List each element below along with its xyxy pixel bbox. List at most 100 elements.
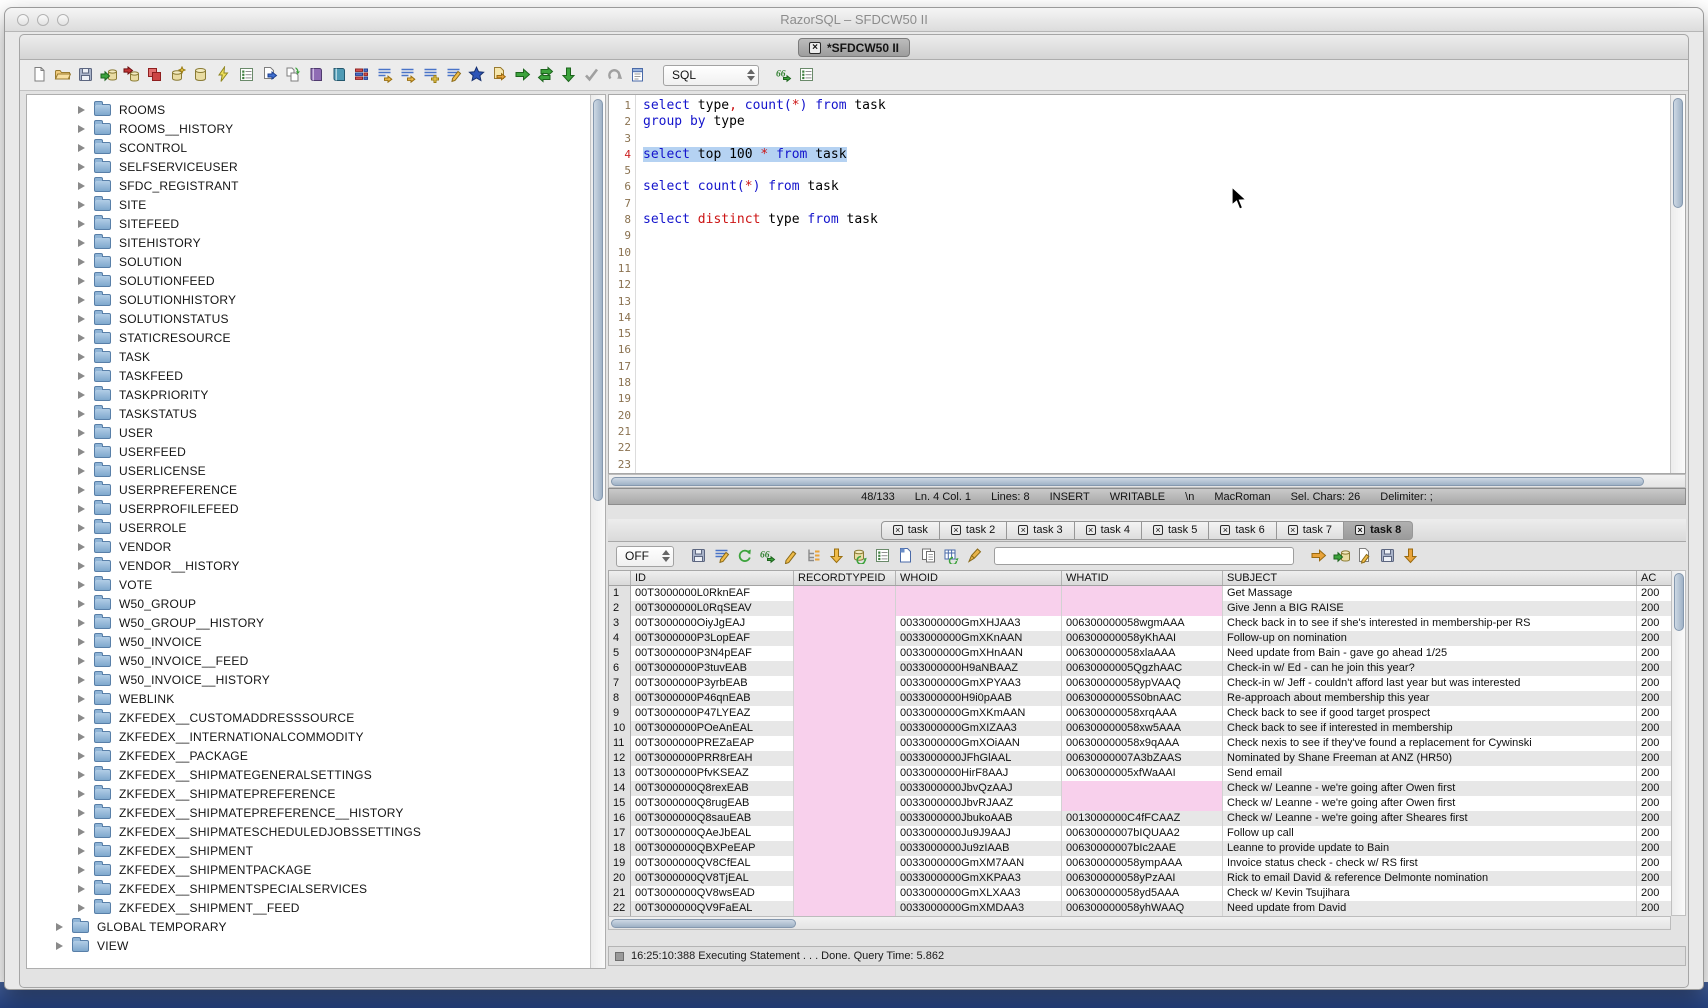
cell-ac[interactable]: 200 bbox=[1637, 601, 1671, 616]
sync-db-button[interactable] bbox=[848, 544, 871, 567]
cell-whatid[interactable]: 00630000007A3bZAAS bbox=[1062, 751, 1223, 766]
tree-item-solution[interactable]: SOLUTION bbox=[27, 252, 605, 271]
cell-whatid[interactable]: 006300000058wgmAAA bbox=[1062, 616, 1223, 631]
disclosure-triangle-icon[interactable] bbox=[78, 543, 85, 551]
cell-whatid[interactable]: 006300000058ympAAA bbox=[1062, 856, 1223, 871]
cell-id[interactable]: 00T3000000P3LopEAF bbox=[631, 631, 794, 646]
cell-recordtypeid[interactable] bbox=[794, 661, 896, 676]
disclosure-triangle-icon[interactable] bbox=[78, 163, 85, 171]
cell-whoid[interactable]: 0033000000GmXHnAAN bbox=[896, 646, 1062, 661]
cell-whoid[interactable]: 0033000000GmXPYAA3 bbox=[896, 676, 1062, 691]
results-list-button[interactable] bbox=[795, 63, 818, 86]
cell-num[interactable]: 1 bbox=[609, 586, 631, 601]
cell-subject[interactable]: Check back to see if good target prospec… bbox=[1223, 706, 1637, 721]
cell-recordtypeid[interactable] bbox=[794, 601, 896, 616]
tree-item-taskpriority[interactable]: TASKPRIORITY bbox=[27, 385, 605, 404]
cell-recordtypeid[interactable] bbox=[794, 781, 896, 796]
cell-num[interactable]: 11 bbox=[609, 736, 631, 751]
grid-hscrollbar-thumb[interactable] bbox=[611, 919, 796, 928]
disclosure-triangle-icon[interactable] bbox=[78, 809, 85, 817]
cell-whoid[interactable]: 0033000000Ju9J9AAJ bbox=[896, 826, 1062, 841]
cell-whoid[interactable]: 0033000000GmXMDAA3 bbox=[896, 901, 1062, 916]
cell-ac[interactable]: 200 bbox=[1637, 811, 1671, 826]
table-row[interactable]: 1300T3000000PfvKSEAZ0033000000HirF8AAJ00… bbox=[609, 766, 1671, 781]
cell-whoid[interactable]: 0033000000H9aNBAAZ bbox=[896, 661, 1062, 676]
tree-item-sitehistory[interactable]: SITEHISTORY bbox=[27, 233, 605, 252]
cell-whatid[interactable]: 00630000005xfWaAAI bbox=[1062, 766, 1223, 781]
code-line[interactable] bbox=[643, 457, 1670, 473]
disclosure-triangle-icon[interactable] bbox=[78, 657, 85, 665]
code-line[interactable] bbox=[643, 326, 1670, 342]
cell-whoid[interactable] bbox=[896, 586, 1062, 601]
code-line[interactable]: group by type bbox=[643, 114, 1670, 130]
grid-hscrollbar[interactable] bbox=[608, 916, 1671, 930]
tree-item-userrole[interactable]: USERROLE bbox=[27, 518, 605, 537]
cell-whatid[interactable]: 006300000058yhWAAQ bbox=[1062, 901, 1223, 916]
tree-item-user[interactable]: USER bbox=[27, 423, 605, 442]
cell-num[interactable]: 12 bbox=[609, 751, 631, 766]
cell-subject[interactable]: Give Jenn a BIG RAISE bbox=[1223, 601, 1637, 616]
cell-num[interactable]: 10 bbox=[609, 721, 631, 736]
cell-whatid[interactable]: 0013000000C4fFCAAZ bbox=[1062, 811, 1223, 826]
editor-hscrollbar-thumb[interactable] bbox=[611, 477, 1644, 486]
editor-scrollbar[interactable] bbox=[1670, 95, 1685, 473]
cell-num[interactable]: 8 bbox=[609, 691, 631, 706]
cell-whatid[interactable]: 006300000058yPzAAI bbox=[1062, 871, 1223, 886]
cell-subject[interactable]: Check nexis to see if they've found a re… bbox=[1223, 736, 1637, 751]
tree-item-w50_invoice__feed[interactable]: W50_INVOICE__FEED bbox=[27, 651, 605, 670]
tree-item-w50_group[interactable]: W50_GROUP bbox=[27, 594, 605, 613]
table-row[interactable]: 400T3000000P3LopEAF0033000000GmXKnAAN006… bbox=[609, 631, 1671, 646]
cell-num[interactable]: 3 bbox=[609, 616, 631, 631]
close-tab-icon[interactable]: × bbox=[1153, 525, 1163, 535]
cell-recordtypeid[interactable] bbox=[794, 691, 896, 706]
download-button[interactable] bbox=[1399, 544, 1422, 567]
cell-recordtypeid[interactable] bbox=[794, 706, 896, 721]
column-header-whoid[interactable]: WHOID bbox=[896, 571, 1062, 585]
tree-scrollbar-thumb[interactable] bbox=[593, 99, 603, 501]
find-next-button[interactable] bbox=[1307, 544, 1330, 567]
cell-ac[interactable]: 200 bbox=[1637, 676, 1671, 691]
sql-editor[interactable]: 1234567891011121314151617181920212223 se… bbox=[608, 94, 1686, 474]
table-row[interactable]: 100T3000000L0RknEAFGet Massage200 bbox=[609, 586, 1671, 601]
column-header-id[interactable]: ID bbox=[631, 571, 794, 585]
editor-scrollbar-thumb[interactable] bbox=[1673, 98, 1683, 208]
cell-subject[interactable]: Nominated by Shane Freeman at ANZ (HR50) bbox=[1223, 751, 1637, 766]
result-tab-task-6[interactable]: ×task 6 bbox=[1209, 521, 1276, 540]
filter-button[interactable] bbox=[710, 544, 733, 567]
cell-recordtypeid[interactable] bbox=[794, 736, 896, 751]
table-row[interactable]: 800T3000000P46qnEAB0033000000H9i0pAAB006… bbox=[609, 691, 1671, 706]
document-tab[interactable]: × *SFDCW50 II bbox=[798, 38, 910, 57]
tree-item-zkfedex__shipmategeneralsettings[interactable]: ZKFEDEX__SHIPMATEGENERALSETTINGS bbox=[27, 765, 605, 784]
cell-whatid[interactable]: 006300000058xrqAAA bbox=[1062, 706, 1223, 721]
cell-whoid[interactable]: 0033000000JbvQzAAJ bbox=[896, 781, 1062, 796]
table-row[interactable]: 900T3000000P47LYEAZ0033000000GmXKmAAN006… bbox=[609, 706, 1671, 721]
tree-item-rooms[interactable]: ROOMS bbox=[27, 100, 605, 119]
cell-subject[interactable]: Send email bbox=[1223, 766, 1637, 781]
connect-db-button[interactable] bbox=[97, 63, 120, 86]
cell-recordtypeid[interactable] bbox=[794, 721, 896, 736]
code-line[interactable] bbox=[643, 375, 1670, 391]
disclosure-triangle-icon[interactable] bbox=[78, 619, 85, 627]
describe-button[interactable]: 66 bbox=[772, 63, 795, 86]
undo-button[interactable] bbox=[603, 63, 626, 86]
table-row[interactable]: 1400T3000000Q8rexEAB0033000000JbvQzAAJCh… bbox=[609, 781, 1671, 796]
tree-item-scontrol[interactable]: SCONTROL bbox=[27, 138, 605, 157]
result-tab-task-8[interactable]: ×task 8 bbox=[1344, 521, 1413, 540]
add-bookmark-button[interactable] bbox=[419, 63, 442, 86]
disclosure-triangle-icon[interactable] bbox=[78, 790, 85, 798]
cell-ac[interactable]: 200 bbox=[1637, 646, 1671, 661]
cell-ac[interactable]: 200 bbox=[1637, 826, 1671, 841]
tree-item-zkfedex__shipmatepreference[interactable]: ZKFEDEX__SHIPMATEPREFERENCE bbox=[27, 784, 605, 803]
swap-connection-button[interactable] bbox=[534, 63, 557, 86]
cell-num[interactable]: 14 bbox=[609, 781, 631, 796]
cell-id[interactable]: 00T3000000P3yrbEAB bbox=[631, 676, 794, 691]
cell-whoid[interactable]: 0033000000GmXOiAAN bbox=[896, 736, 1062, 751]
cell-num[interactable]: 13 bbox=[609, 766, 631, 781]
cell-id[interactable]: 00T3000000OiyJgEAJ bbox=[631, 616, 794, 631]
edit-cell-button[interactable] bbox=[779, 544, 802, 567]
disclosure-triangle-icon[interactable] bbox=[78, 505, 85, 513]
cell-ac[interactable]: 200 bbox=[1637, 706, 1671, 721]
cell-whoid[interactable]: 0033000000GmXKnAAN bbox=[896, 631, 1062, 646]
cell-whoid[interactable]: 0033000000GmXIZAA3 bbox=[896, 721, 1062, 736]
tree-item-zkfedex__shipment[interactable]: ZKFEDEX__SHIPMENT bbox=[27, 841, 605, 860]
